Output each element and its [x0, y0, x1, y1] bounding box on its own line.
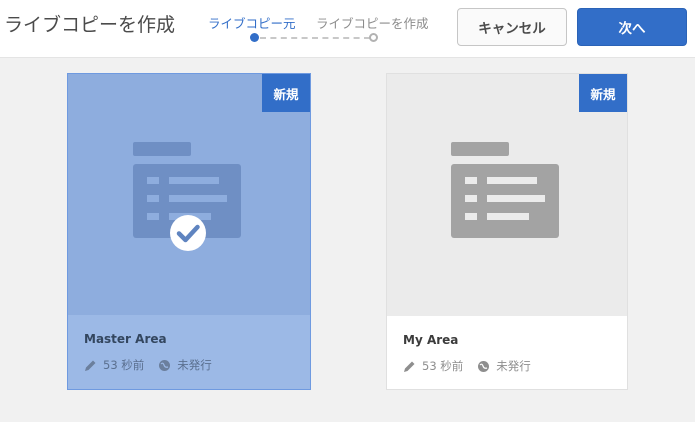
- modified-time: 53 秒前: [422, 359, 464, 373]
- step-connector: [260, 37, 370, 39]
- pencil-icon: [404, 361, 415, 372]
- next-button[interactable]: 次へ: [577, 8, 687, 46]
- checkmark-icon: [170, 215, 206, 251]
- folder-icon: [451, 142, 559, 238]
- card-meta: 53 秒前 未発行: [403, 358, 531, 374]
- publish-status: 未発行: [177, 358, 212, 372]
- pencil-icon: [85, 360, 96, 371]
- page-title: ライブコピーを作成: [4, 14, 176, 36]
- header: ライブコピーを作成 ライブコピー元 ライブコピーを作成 キャンセル 次へ: [0, 0, 695, 58]
- step-source-label[interactable]: ライブコピー元: [208, 13, 296, 32]
- card-my-area[interactable]: 新規 My Area 53 秒前 未発行: [386, 73, 628, 390]
- step-upcoming-dot: [369, 33, 378, 42]
- step-current-dot: [250, 33, 259, 42]
- step-create-label: ライブコピーを作成: [316, 16, 429, 31]
- wizard-stepper: ライブコピー元 ライブコピーを作成: [208, 10, 438, 46]
- card-title: My Area: [403, 333, 459, 347]
- globe-icon: [159, 359, 171, 371]
- card-master-area[interactable]: 新規 Master Area 53 秒前 未発行: [67, 73, 311, 390]
- modified-time: 53 秒前: [103, 358, 145, 372]
- card-title: Master Area: [84, 332, 167, 346]
- new-badge: 新規: [262, 74, 310, 112]
- new-badge: 新規: [579, 74, 627, 112]
- card-meta: 53 秒前 未発行: [84, 357, 212, 373]
- publish-status: 未発行: [496, 359, 531, 373]
- cancel-button[interactable]: キャンセル: [457, 8, 567, 46]
- globe-icon: [478, 360, 490, 372]
